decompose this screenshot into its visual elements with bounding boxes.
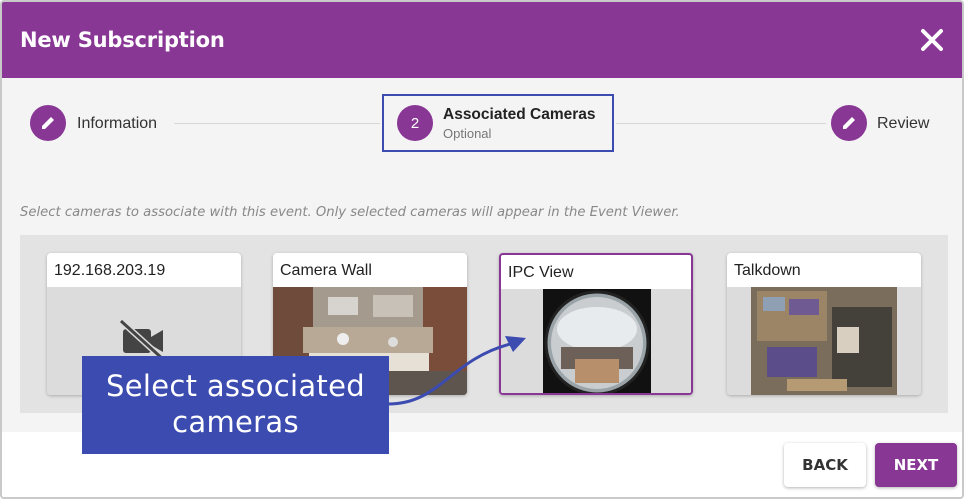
close-icon[interactable] [916,24,948,56]
instructions-text: Select cameras to associate with this ev… [20,205,680,220]
next-button[interactable]: NEXT [875,443,957,487]
fisheye-view [501,289,691,393]
step-optional-label: Optional [443,126,492,141]
dialog-header: New Subscription [2,2,962,78]
camera-card-selected[interactable]: IPC View [499,253,693,395]
callout-box: Select associated cameras [82,356,389,454]
dialog-title: New Subscription [20,28,225,52]
camera-name: Talkdown [734,262,801,279]
camera-card[interactable]: Talkdown [727,253,921,395]
callout-text: Select associated cameras [106,369,365,439]
step-connector [616,123,826,124]
camera-name: Camera Wall [280,262,372,279]
camera-name: IPC View [508,264,574,281]
back-button[interactable]: BACK [784,443,866,487]
overhead-view [727,287,921,395]
stepper: Information 2 Associated Cameras Optiona… [2,78,962,178]
step-connector [174,123,380,124]
step-number-badge[interactable]: 2 [397,105,433,141]
step-associated-cameras-label[interactable]: Associated Cameras [443,106,596,124]
camera-name: 192.168.203.19 [54,262,166,279]
step-information-label[interactable]: Information [77,115,157,133]
step-review-label[interactable]: Review [877,115,929,133]
step-information-pencil-icon[interactable] [30,105,66,141]
step-review-pencil-icon[interactable] [831,105,867,141]
